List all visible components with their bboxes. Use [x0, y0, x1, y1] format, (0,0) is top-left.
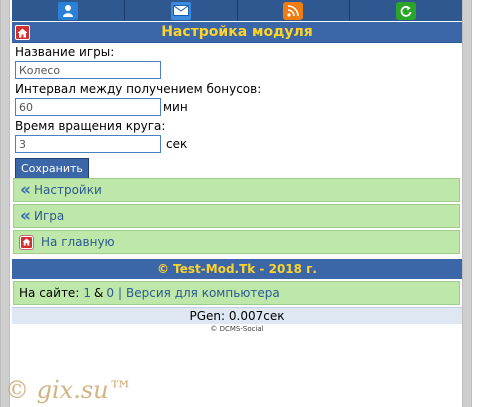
- user-icon: [57, 1, 78, 20]
- copyright-bar: © Test-Mod.Tk - 2018 г.: [12, 259, 462, 279]
- bonus-interval-label: Интервал между получением бонусов:: [15, 82, 262, 96]
- seconds-unit: сек: [166, 137, 188, 151]
- watermark: © gix.su™: [5, 376, 133, 404]
- minutes-unit: мин: [163, 100, 188, 114]
- nav-settings-link[interactable]: « Настройки: [13, 178, 460, 202]
- online-users-link[interactable]: 1: [83, 286, 91, 300]
- back-arrow-icon: «: [20, 206, 31, 226]
- page-gen-time: PGen: 0.007сек: [12, 307, 462, 324]
- online-prefix: На сайте:: [19, 286, 80, 300]
- top-menu-mail[interactable]: [125, 0, 238, 21]
- save-button[interactable]: Сохранить: [15, 158, 89, 180]
- top-menu: [12, 0, 462, 21]
- title-bar: Настройка модуля: [12, 22, 462, 43]
- settings-form: Название игры: Интервал между получением…: [15, 45, 455, 180]
- left-border: [0, 0, 10, 407]
- nav-game-label: Игра: [33, 209, 65, 223]
- page-title: Настройка модуля: [161, 24, 313, 40]
- rss-icon: [283, 1, 304, 20]
- bonus-interval-input[interactable]: [15, 98, 161, 116]
- online-amp: &: [94, 286, 104, 300]
- top-menu-refresh[interactable]: [350, 0, 462, 21]
- game-name-label: Название игры:: [15, 45, 115, 59]
- home-icon: [20, 235, 33, 249]
- right-border: [462, 0, 472, 407]
- engine-copyright: © DCMS-Social: [210, 325, 264, 333]
- nav-settings-label: Настройки: [33, 183, 102, 197]
- nav-home-link[interactable]: На главную: [13, 230, 460, 254]
- desktop-version-link[interactable]: Версия для компьютера: [126, 286, 280, 300]
- nav-home-label: На главную: [41, 235, 115, 249]
- online-counter: На сайте: 1 & 0 | Версия для компьютера: [13, 281, 460, 305]
- spin-time-input[interactable]: [15, 135, 161, 153]
- spin-time-label: Время вращения круга:: [15, 119, 166, 133]
- page-frame: Настройка модуля Название игры: Интервал…: [12, 0, 462, 336]
- separator: |: [118, 286, 123, 300]
- top-menu-profile[interactable]: [12, 0, 125, 21]
- online-guests-link[interactable]: 0: [106, 286, 114, 300]
- game-name-input[interactable]: [15, 61, 161, 79]
- mail-icon: [170, 1, 191, 20]
- top-menu-rss[interactable]: [238, 0, 351, 21]
- refresh-icon: [396, 1, 417, 20]
- back-arrow-icon: «: [20, 180, 31, 200]
- nav-game-link[interactable]: « Игра: [13, 204, 460, 228]
